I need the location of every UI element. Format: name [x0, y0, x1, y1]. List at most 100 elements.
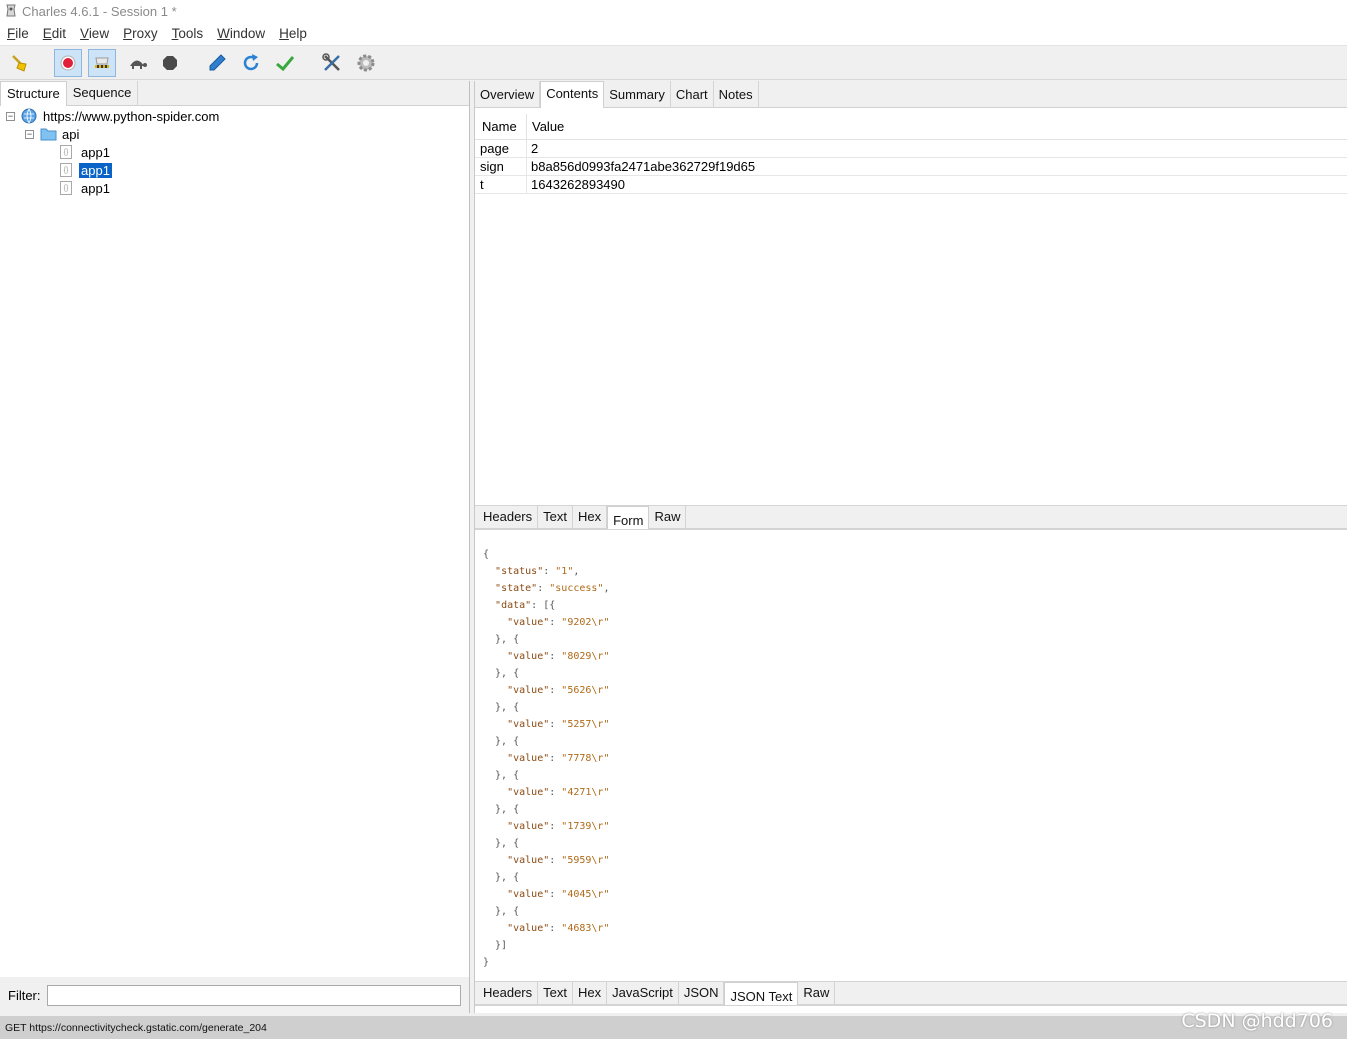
- structure-pane: Structure Sequence − https://www.python-…: [0, 81, 470, 1013]
- column-header-value[interactable]: Value: [527, 119, 564, 134]
- record-button[interactable]: [54, 49, 82, 77]
- menu-view[interactable]: View: [77, 26, 112, 41]
- json-line: "value": "5626\r": [507, 685, 610, 696]
- json-line: "value": "9202\r": [507, 617, 610, 628]
- json-line: "value": "4683\r": [507, 923, 610, 934]
- menu-window[interactable]: Window: [214, 26, 268, 41]
- tab-response-json-text[interactable]: JSON Text: [724, 982, 799, 1005]
- param-value: 2: [531, 141, 539, 156]
- collapse-toggle-icon[interactable]: −: [25, 129, 34, 139]
- tab-response-text[interactable]: Text: [538, 982, 573, 1005]
- filter-input[interactable]: [46, 984, 461, 1006]
- tab-structure[interactable]: Structure: [0, 81, 67, 106]
- table-row[interactable]: t 1643262893490: [475, 175, 1347, 194]
- tools-button[interactable]: [318, 49, 346, 77]
- settings-button[interactable]: [352, 49, 380, 77]
- column-header-name[interactable]: Name: [475, 113, 527, 140]
- tab-request-text[interactable]: Text: [538, 506, 573, 529]
- json-line: }, {: [483, 804, 520, 815]
- breakpoints-button[interactable]: [123, 49, 151, 77]
- throttle-icon: [95, 57, 109, 68]
- json-line: }, {: [483, 702, 520, 713]
- tab-contents[interactable]: Contents: [540, 81, 605, 108]
- repeat-button[interactable]: [237, 49, 265, 77]
- json-line: }]: [483, 940, 508, 951]
- tab-response-hex[interactable]: Hex: [573, 982, 608, 1005]
- check-icon: [276, 56, 295, 72]
- watermark: CSDN @hdd706: [1181, 1010, 1333, 1032]
- menu-file[interactable]: File: [4, 26, 32, 41]
- tree-request-node[interactable]: {} app1: [60, 143, 112, 161]
- tab-sequence[interactable]: Sequence: [67, 81, 139, 105]
- throttle-button[interactable]: [88, 49, 116, 77]
- param-value: b8a856d0993fa2471abe362729f19d65: [531, 159, 756, 174]
- toolbar: [0, 46, 1347, 80]
- folder-icon: [40, 128, 57, 141]
- detail-tabs: Overview Contents Summary Chart Notes: [475, 81, 1347, 108]
- json-line: "status": "1",: [495, 566, 580, 577]
- menu-edit[interactable]: Edit: [40, 26, 69, 41]
- broom-icon: [12, 55, 27, 72]
- request-form-table: Name Value page 2 sign b8a856d0993fa2471…: [475, 113, 1347, 194]
- clear-session-button[interactable]: [6, 49, 34, 77]
- response-view-tabs: Headers Text Hex JavaScript JSON JSON Te…: [475, 981, 1347, 1006]
- tree-host-node[interactable]: − https://www.python-spider.com: [6, 107, 221, 125]
- stop-hexagon-icon: [163, 56, 177, 70]
- validate-button[interactable]: [271, 49, 299, 77]
- menu-proxy[interactable]: Proxy: [120, 26, 161, 41]
- stop-button[interactable]: [156, 49, 184, 77]
- json-line: }, {: [483, 668, 520, 679]
- tab-notes[interactable]: Notes: [714, 81, 759, 108]
- request-label: app1: [81, 144, 110, 160]
- json-line: }, {: [483, 736, 520, 747]
- tab-response-raw[interactable]: Raw: [798, 982, 836, 1005]
- param-name: t: [475, 175, 527, 194]
- json-line: "value": "4045\r": [507, 889, 610, 900]
- json-line: }, {: [483, 906, 520, 917]
- filter-label: Filter:: [8, 987, 41, 1003]
- tab-request-headers[interactable]: Headers: [478, 506, 539, 529]
- tab-chart[interactable]: Chart: [671, 81, 714, 108]
- json-line: }, {: [483, 634, 520, 645]
- menu-bar: File Edit View Proxy Tools Window Help: [0, 22, 1347, 46]
- response-json-text[interactable]: { "status": "1", "state": "success", "da…: [475, 539, 1347, 979]
- menu-tools[interactable]: Tools: [169, 26, 207, 41]
- tab-overview[interactable]: Overview: [475, 81, 541, 108]
- json-document-icon: {}: [60, 163, 72, 177]
- tab-summary[interactable]: Summary: [604, 81, 671, 108]
- status-bar: GET https://connectivitycheck.gstatic.co…: [0, 1016, 1347, 1039]
- tools-icon: [322, 53, 340, 71]
- left-tabs: Structure Sequence: [0, 81, 469, 106]
- menu-help[interactable]: Help: [276, 26, 310, 41]
- json-line: {: [483, 549, 490, 560]
- table-row[interactable]: page 2: [475, 139, 1347, 158]
- request-view-tabs: Headers Text Hex Form Raw: [475, 505, 1347, 530]
- request-label: app1: [79, 162, 112, 178]
- tab-response-json[interactable]: JSON: [679, 982, 725, 1005]
- pen-icon: [209, 54, 226, 71]
- details-pane: Overview Contents Summary Chart Notes Na…: [474, 81, 1347, 1013]
- status-text: GET https://connectivitycheck.gstatic.co…: [5, 1021, 267, 1034]
- param-name: page: [475, 139, 527, 158]
- tree-folder-node[interactable]: − api: [25, 125, 81, 143]
- param-name: sign: [475, 157, 527, 176]
- tab-request-hex[interactable]: Hex: [573, 506, 608, 529]
- tree-request-node[interactable]: {} app1: [60, 179, 112, 197]
- tree-request-node-selected[interactable]: {} app1: [60, 161, 112, 179]
- json-line: }, {: [483, 838, 520, 849]
- json-line: "value": "1739\r": [507, 821, 610, 832]
- table-row[interactable]: sign b8a856d0993fa2471abe362729f19d65: [475, 157, 1347, 176]
- compose-button[interactable]: [203, 49, 231, 77]
- tab-response-headers[interactable]: Headers: [478, 982, 539, 1005]
- tab-request-form[interactable]: Form: [607, 506, 650, 529]
- globe-icon: [21, 108, 37, 124]
- turtle-icon: [130, 60, 147, 69]
- tab-request-raw[interactable]: Raw: [649, 506, 687, 529]
- tab-response-javascript[interactable]: JavaScript: [607, 982, 679, 1005]
- title-bar: Charles 4.6.1 - Session 1 *: [0, 0, 1347, 22]
- json-line: }, {: [483, 770, 520, 781]
- collapse-toggle-icon[interactable]: −: [6, 111, 15, 121]
- json-line: "data": [{: [495, 600, 556, 611]
- json-line: "state": "success",: [495, 583, 610, 594]
- record-icon: [60, 55, 76, 71]
